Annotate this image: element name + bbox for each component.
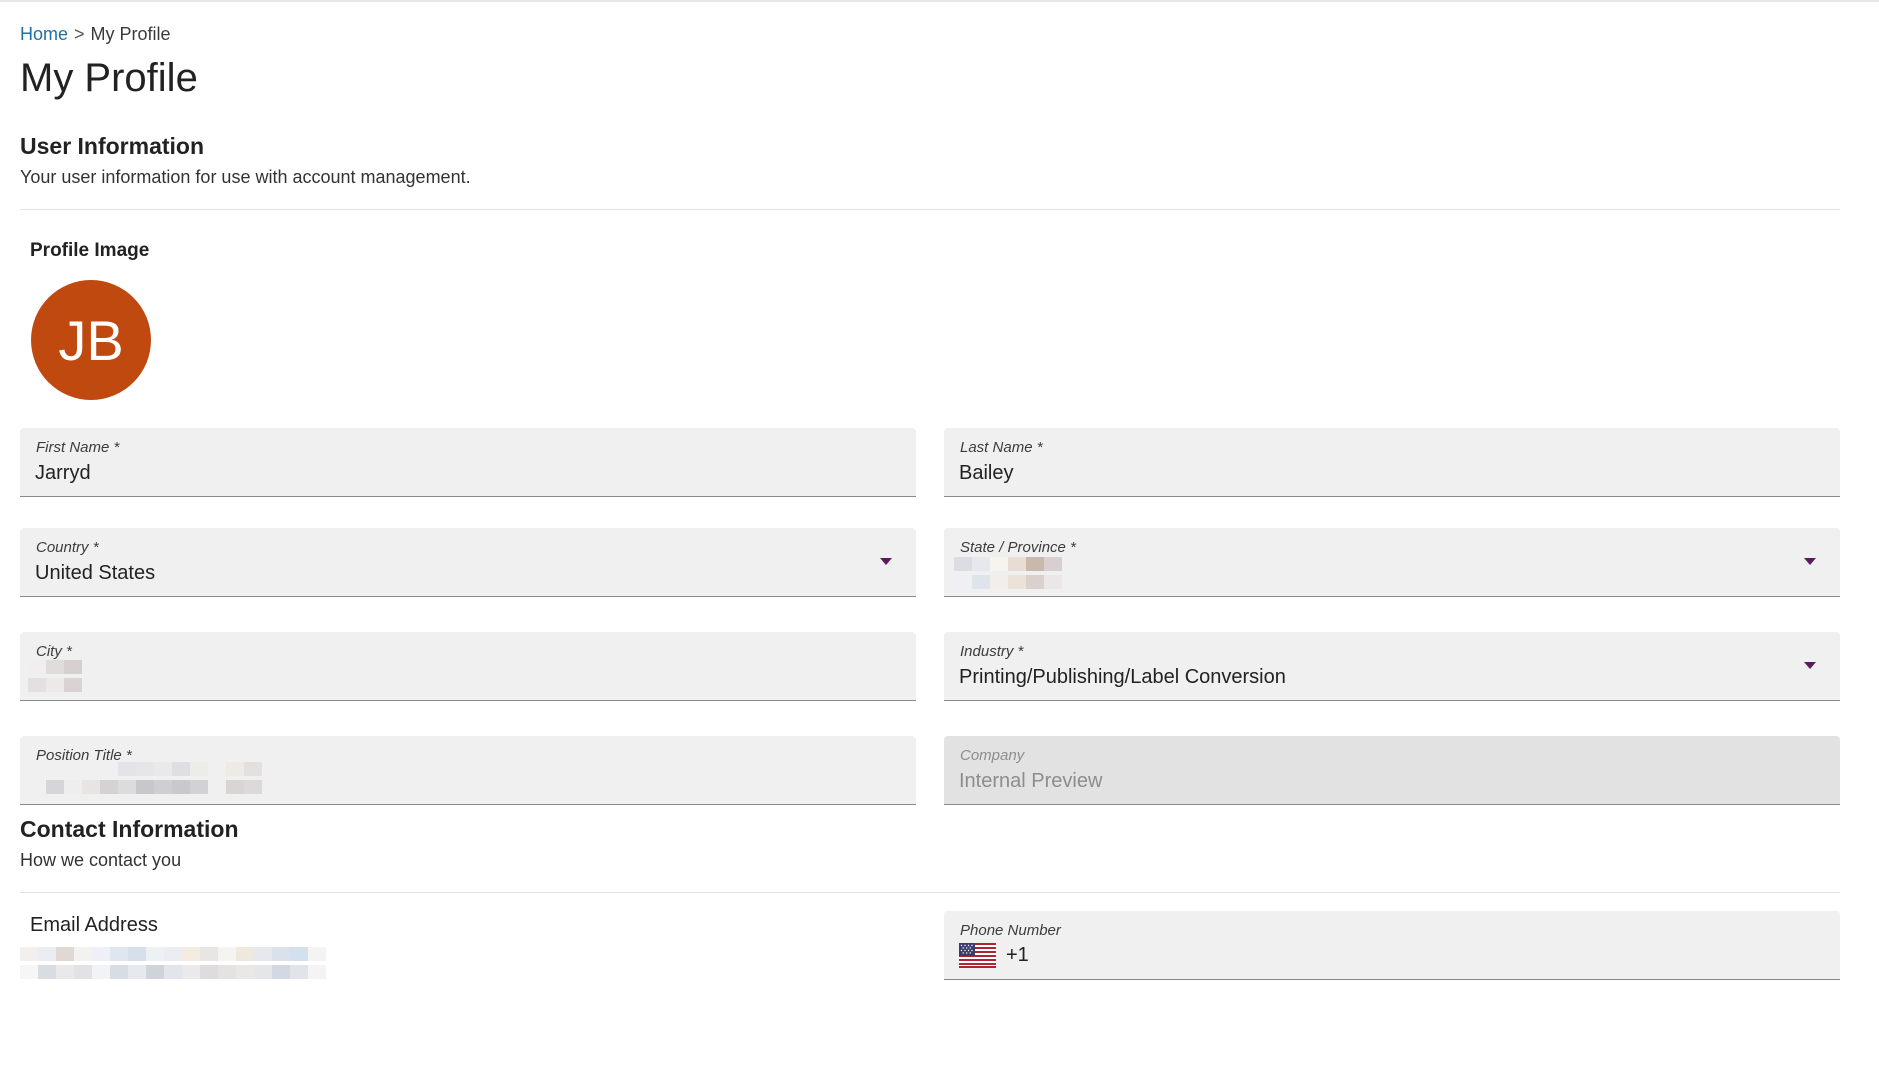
us-flag-icon[interactable]: [959, 943, 996, 968]
first-name-field[interactable]: First Name * Jarryd: [20, 428, 916, 497]
breadcrumb: Home > My Profile: [20, 22, 1840, 46]
industry-value: Printing/Publishing/Label Conversion: [959, 666, 1286, 688]
contact-info-divider: [20, 892, 1840, 893]
contact-info-title: Contact Information: [20, 816, 239, 842]
breadcrumb-current: My Profile: [90, 24, 171, 44]
country-label: Country *: [36, 539, 99, 556]
last-name-label: Last Name *: [960, 439, 1043, 456]
profile-page: Home > My Profile My Profile User Informat…: [20, 22, 1840, 1001]
top-border: [0, 0, 1879, 2]
position-title-value-redacted: [46, 762, 262, 794]
email-label: Email Address: [30, 914, 158, 936]
phone-field[interactable]: Phone Number +1: [944, 911, 1840, 980]
state-label: State / Province *: [960, 539, 1076, 556]
phone-label: Phone Number: [960, 922, 1061, 939]
city-label: City *: [36, 643, 72, 660]
state-value-redacted: [954, 557, 1062, 589]
state-select[interactable]: State / Province *: [944, 528, 1840, 597]
user-info-form: First Name * Jarryd Last Name * Bailey C…: [20, 428, 1840, 808]
email-block: Email Address: [20, 914, 326, 979]
first-name-label: First Name *: [36, 439, 120, 456]
company-value: Internal Preview: [959, 770, 1103, 792]
company-label: Company: [960, 747, 1025, 764]
contact-info-form: Email Address Phone Number +1: [20, 911, 1840, 1001]
breadcrumb-separator: >: [74, 24, 85, 44]
user-info-subtitle: Your user information for use with accou…: [20, 167, 471, 187]
city-field[interactable]: City *: [20, 632, 916, 701]
country-select[interactable]: Country * United States: [20, 528, 916, 597]
email-value-redacted: [20, 947, 400, 979]
page-title: My Profile: [20, 56, 198, 100]
city-value-redacted: [28, 660, 82, 692]
avatar[interactable]: JB: [31, 280, 151, 400]
first-name-value[interactable]: Jarryd: [35, 462, 91, 485]
country-value: United States: [35, 562, 156, 584]
position-title-field[interactable]: Position Title *: [20, 736, 916, 805]
chevron-down-icon[interactable]: [880, 558, 892, 565]
industry-label: Industry *: [960, 643, 1024, 660]
avatar-initials: JB: [58, 308, 124, 372]
user-info-title: User Information: [20, 133, 205, 159]
profile-image-label: Profile Image: [30, 240, 150, 261]
last-name-field[interactable]: Last Name * Bailey: [944, 428, 1840, 497]
industry-select[interactable]: Industry * Printing/Publishing/Label Con…: [944, 632, 1840, 701]
chevron-down-icon[interactable]: [1804, 558, 1816, 565]
chevron-down-icon[interactable]: [1804, 662, 1816, 669]
breadcrumb-home-link[interactable]: Home: [20, 24, 68, 44]
phone-country-code[interactable]: +1: [1006, 944, 1029, 967]
last-name-value[interactable]: Bailey: [959, 462, 1013, 485]
contact-info-subtitle: How we contact you: [20, 850, 182, 870]
company-field: Company Internal Preview: [944, 736, 1840, 805]
